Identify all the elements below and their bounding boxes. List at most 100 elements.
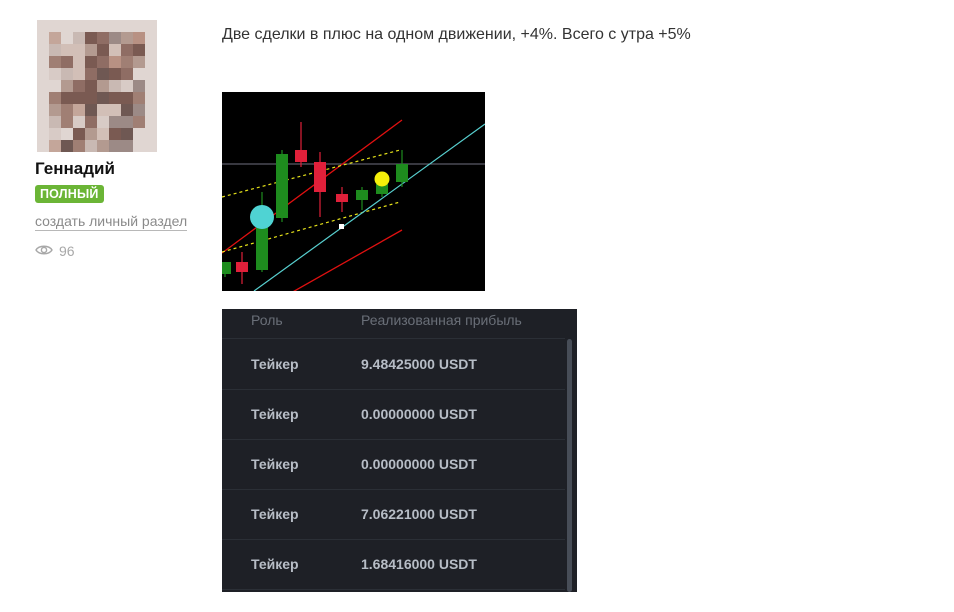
avatar-pixel <box>37 128 49 140</box>
avatar-pixel <box>61 140 73 152</box>
avatar-pixel <box>37 80 49 92</box>
avatar-pixel <box>49 128 61 140</box>
avatar-pixel <box>49 44 61 56</box>
bearish-candle <box>236 262 248 272</box>
avatar-pixel <box>61 56 73 68</box>
avatar-pixel <box>133 80 145 92</box>
avatar-pixel <box>109 104 121 116</box>
avatar-pixel <box>85 44 97 56</box>
lower-inner-channel <box>222 201 401 253</box>
lower-channel-line <box>293 229 403 291</box>
avatar-pixel <box>61 20 73 32</box>
avatar-pixel <box>121 80 133 92</box>
avatar-pixel <box>109 68 121 80</box>
cyan-marker <box>250 205 274 229</box>
avatar-pixel <box>73 32 85 44</box>
avatar-pixel <box>145 20 157 32</box>
avatar-pixel <box>97 56 109 68</box>
avatar-pixel <box>49 104 61 116</box>
eye-icon <box>35 243 53 259</box>
avatar-pixel <box>37 140 49 152</box>
avatar-pixel <box>73 116 85 128</box>
avatar-pixel <box>85 128 97 140</box>
avatar-pixel <box>109 128 121 140</box>
row-role: Тейкер <box>251 506 299 522</box>
avatar-pixel <box>145 32 157 44</box>
avatar-pixel <box>133 116 145 128</box>
table-row: Тейкер 1.68416000 USDT <box>222 539 565 590</box>
avatar-pixel <box>109 20 121 32</box>
chart-screenshot[interactable] <box>222 92 485 291</box>
avatar-pixel <box>121 20 133 32</box>
avatar-pixel <box>37 56 49 68</box>
avatar-pixel <box>85 80 97 92</box>
avatar-pixel <box>133 140 145 152</box>
avatar-pixel <box>109 32 121 44</box>
post-text: Две сделки в плюс на одном движении, +4%… <box>222 26 691 43</box>
avatar-pixel <box>85 68 97 80</box>
bullish-candle <box>276 154 288 218</box>
author-name[interactable]: Геннадий <box>35 159 115 179</box>
avatar-pixel <box>49 68 61 80</box>
row-role: Тейкер <box>251 456 299 472</box>
avatar[interactable] <box>37 20 157 152</box>
avatar-pixel <box>61 80 73 92</box>
trend-line <box>253 123 485 291</box>
column-header-profit: Реализованная прибыль <box>361 312 522 328</box>
avatar-pixel <box>49 92 61 104</box>
avatar-pixel <box>109 56 121 68</box>
avatar-pixel <box>97 80 109 92</box>
avatar-pixel <box>97 128 109 140</box>
avatar-pixel <box>61 68 73 80</box>
bearish-candle <box>336 194 348 202</box>
avatar-pixel <box>37 92 49 104</box>
avatar-pixel <box>73 68 85 80</box>
avatar-pixel <box>61 92 73 104</box>
upper-inner-channel <box>222 149 401 198</box>
avatar-pixel <box>145 116 157 128</box>
avatar-pixel <box>49 116 61 128</box>
bearish-candle <box>314 162 326 192</box>
avatar-pixel <box>121 92 133 104</box>
table-row: Тейкер 0.00000000 USDT <box>222 439 565 490</box>
avatar-pixel <box>133 104 145 116</box>
avatar-pixel <box>97 140 109 152</box>
avatar-pixel <box>145 92 157 104</box>
avatar-pixel <box>49 80 61 92</box>
avatar-pixel <box>37 68 49 80</box>
avatar-pixel <box>73 20 85 32</box>
avatar-pixel <box>97 92 109 104</box>
avatar-pixel <box>85 116 97 128</box>
upper-channel-line <box>222 119 403 254</box>
avatar-pixel <box>85 104 97 116</box>
avatar-pixel <box>133 68 145 80</box>
avatar-pixel <box>73 44 85 56</box>
avatar-pixel <box>73 140 85 152</box>
avatar-pixel <box>121 32 133 44</box>
table-row: Тейкер 9.48425000 USDT <box>222 339 565 390</box>
avatar-pixel <box>49 32 61 44</box>
table-scrollbar[interactable] <box>567 339 572 592</box>
table-row: Тейкер 7.06221000 USDT <box>222 489 565 540</box>
avatar-pixel <box>145 44 157 56</box>
create-section-link[interactable]: создать личный раздел <box>35 213 188 231</box>
avatar-pixel <box>121 68 133 80</box>
avatar-pixel <box>97 44 109 56</box>
avatar-pixel <box>145 128 157 140</box>
avatar-pixel <box>37 104 49 116</box>
avatar-pixel <box>73 128 85 140</box>
avatar-pixel <box>133 56 145 68</box>
avatar-pixel <box>97 32 109 44</box>
avatar-pixel <box>73 92 85 104</box>
avatar-pixel <box>121 104 133 116</box>
trend-point <box>339 224 344 229</box>
row-profit: 9.48425000 USDT <box>361 356 477 372</box>
avatar-pixel <box>109 44 121 56</box>
avatar-pixel <box>133 32 145 44</box>
avatar-pixel <box>85 92 97 104</box>
row-role: Тейкер <box>251 356 299 372</box>
avatar-pixel <box>37 32 49 44</box>
row-role: Тейкер <box>251 556 299 572</box>
row-profit: 0.00000000 USDT <box>361 456 477 472</box>
avatar-pixel <box>61 44 73 56</box>
